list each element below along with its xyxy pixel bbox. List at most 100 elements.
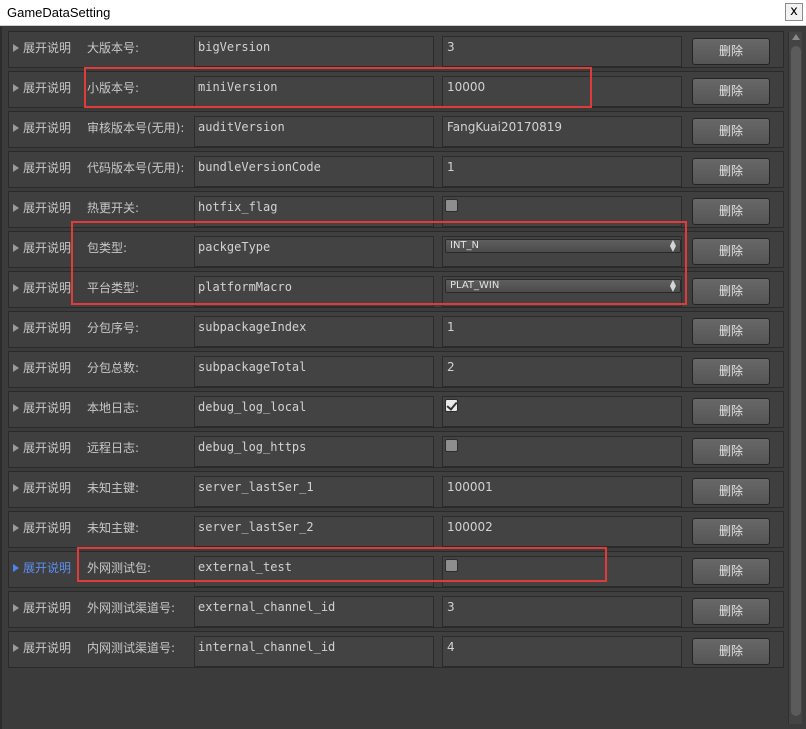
close-button[interactable]: x [785,3,803,21]
key-input[interactable]: external_channel_id [194,596,434,627]
foldout-arrow-icon [13,404,19,412]
foldout-label: 展开说明 [23,201,72,215]
setting-label: 审核版本号(无用): [87,121,185,135]
expand-description-toggle[interactable]: 展开说明 [13,639,71,656]
expand-description-toggle[interactable]: 展开说明 [13,319,71,336]
setting-row: 展开说明 包类型: packgeType INT_N ▲ ▼ 删除 [8,231,784,268]
expand-description-toggle[interactable]: 展开说明 [13,159,71,176]
value-checkbox[interactable] [445,439,458,452]
delete-button[interactable]: 删除 [692,358,770,385]
setting-row: 展开说明 远程日志: debug_log_https 删除 [8,431,784,468]
delete-button[interactable]: 删除 [692,278,770,305]
value-input[interactable]: 2 [442,356,682,387]
value-input[interactable]: 100001 [442,476,682,507]
delete-button[interactable]: 删除 [692,598,770,625]
delete-button[interactable]: 删除 [692,558,770,585]
key-input[interactable]: miniVersion [194,76,434,107]
delete-button[interactable]: 删除 [692,238,770,265]
value-dropdown[interactable]: PLAT_WIN ▲ ▼ [445,279,681,293]
key-input[interactable]: internal_channel_id [194,636,434,667]
value-input[interactable]: 1 [442,316,682,347]
expand-description-toggle[interactable]: 展开说明 [13,239,71,256]
delete-button[interactable]: 删除 [692,118,770,145]
expand-description-toggle[interactable]: 展开说明 [13,399,71,416]
delete-button[interactable]: 删除 [692,198,770,225]
foldout-label: 展开说明 [23,81,72,95]
key-input[interactable]: server_lastSer_1 [194,476,434,507]
delete-button[interactable]: 删除 [692,518,770,545]
scroll-up-arrow-icon[interactable] [792,34,800,40]
foldout-label: 展开说明 [23,561,72,575]
delete-button[interactable]: 删除 [692,438,770,465]
value-input[interactable]: 3 [442,36,682,67]
key-input[interactable]: hotfix_flag [194,196,434,227]
setting-row: 展开说明 未知主键: server_lastSer_1 100001 删除 [8,471,784,508]
key-input[interactable]: auditVersion [194,116,434,147]
scrollbar-thumb[interactable] [791,46,801,716]
expand-description-toggle[interactable]: 展开说明 [13,359,71,376]
foldout-arrow-icon [13,284,19,292]
expand-description-toggle[interactable]: 展开说明 [13,79,71,96]
foldout-arrow-icon [13,564,19,572]
value-cell: INT_N ▲ ▼ [442,236,682,267]
delete-button[interactable]: 删除 [692,78,770,105]
value-input[interactable]: 3 [442,596,682,627]
value-input[interactable]: 4 [442,636,682,667]
foldout-arrow-icon [13,444,19,452]
key-input[interactable]: bigVersion [194,36,434,67]
key-input[interactable]: packgeType [194,236,434,267]
setting-label: 远程日志: [87,441,140,455]
delete-button[interactable]: 删除 [692,478,770,505]
delete-button[interactable]: 删除 [692,38,770,65]
expand-description-toggle[interactable]: 展开说明 [13,599,71,616]
expand-description-toggle[interactable]: 展开说明 [13,119,71,136]
value-dropdown[interactable]: INT_N ▲ ▼ [445,239,681,253]
value-input[interactable]: 100002 [442,516,682,547]
foldout-label: 展开说明 [23,281,72,295]
expand-description-toggle[interactable]: 展开说明 [13,519,71,536]
setting-label: 内网测试渠道号: [87,641,176,655]
expand-description-toggle[interactable]: 展开说明 [13,479,71,496]
foldout-label: 展开说明 [23,441,72,455]
expand-description-toggle[interactable]: 展开说明 [13,279,71,296]
value-checkbox[interactable] [445,559,458,572]
setting-row: 展开说明 内网测试渠道号: internal_channel_id 4 删除 [8,631,784,668]
setting-row: 展开说明 平台类型: platformMacro PLAT_WIN ▲ ▼ 删除 [8,271,784,308]
window-title: GameDataSetting [7,5,111,20]
foldout-label: 展开说明 [23,121,72,135]
delete-button[interactable]: 删除 [692,158,770,185]
value-input[interactable]: 10000 [442,76,682,107]
delete-button[interactable]: 删除 [692,398,770,425]
expand-description-toggle[interactable]: 展开说明 [13,439,71,456]
key-input[interactable]: platformMacro [194,276,434,307]
key-input[interactable]: debug_log_local [194,396,434,427]
value-input[interactable]: FangKuai20170819 [442,116,682,147]
foldout-label: 展开说明 [23,641,72,655]
expand-description-toggle[interactable]: 展开说明 [13,559,71,576]
foldout-arrow-icon [13,44,19,52]
delete-button[interactable]: 删除 [692,318,770,345]
setting-row: 展开说明 审核版本号(无用): auditVersion FangKuai201708… [8,111,784,148]
key-input[interactable]: bundleVersionCode [194,156,434,187]
key-input[interactable]: subpackageTotal [194,356,434,387]
foldout-label: 展开说明 [23,241,72,255]
value-checkbox[interactable] [445,399,458,412]
value-cell [442,556,682,587]
vertical-scrollbar[interactable] [788,32,802,724]
key-input[interactable]: debug_log_https [194,436,434,467]
foldout-label: 展开说明 [23,41,72,55]
foldout-label: 展开说明 [23,521,72,535]
foldout-arrow-icon [13,364,19,372]
key-input[interactable]: server_lastSer_2 [194,516,434,547]
foldout-arrow-icon [13,124,19,132]
foldout-label: 展开说明 [23,401,72,415]
expand-description-toggle[interactable]: 展开说明 [13,199,71,216]
setting-row: 展开说明 小版本号: miniVersion 10000 删除 [8,71,784,108]
value-checkbox[interactable] [445,199,458,212]
delete-button[interactable]: 删除 [692,638,770,665]
expand-description-toggle[interactable]: 展开说明 [13,39,71,56]
value-input[interactable]: 1 [442,156,682,187]
key-input[interactable]: external_test [194,556,434,587]
foldout-arrow-icon [13,204,19,212]
key-input[interactable]: subpackageIndex [194,316,434,347]
